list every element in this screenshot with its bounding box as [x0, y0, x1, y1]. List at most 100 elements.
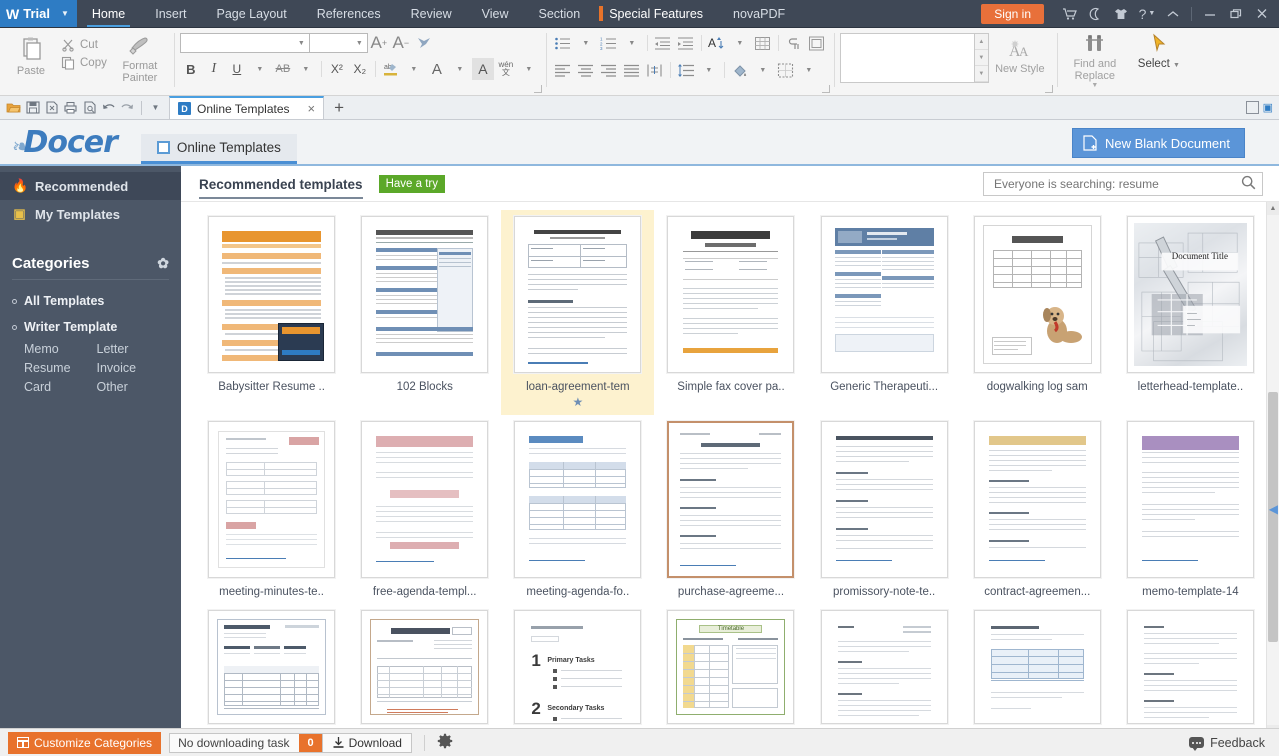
close-icon[interactable]: [1249, 0, 1275, 28]
redo-icon[interactable]: [118, 98, 137, 118]
save-icon[interactable]: [23, 98, 42, 118]
paragraph-layout-icon[interactable]: [806, 32, 828, 54]
expand-icon[interactable]: ▣: [1263, 101, 1273, 114]
sidebar-subitem-other[interactable]: Other: [97, 380, 170, 394]
style-expand-icon[interactable]: ▼: [974, 66, 988, 82]
template-card[interactable]: Babysitter Resume ..: [195, 210, 348, 415]
justify-icon[interactable]: [621, 59, 643, 81]
template-card[interactable]: [195, 604, 348, 730]
paste-button[interactable]: Paste: [5, 31, 57, 77]
style-gallery[interactable]: [839, 33, 975, 83]
new-blank-document-button[interactable]: New Blank Document: [1072, 128, 1245, 158]
moon-icon[interactable]: [1082, 0, 1108, 28]
numbered-list-icon[interactable]: 123: [598, 32, 620, 54]
tab-page-layout[interactable]: Page Layout: [202, 0, 302, 27]
italic-button[interactable]: I: [203, 58, 225, 80]
feedback-button[interactable]: Feedback: [1189, 736, 1271, 751]
bullet-list-icon[interactable]: [552, 32, 574, 54]
tab-insert[interactable]: Insert: [140, 0, 201, 27]
template-card[interactable]: Document Title letterhead-template..: [1114, 210, 1267, 415]
restore-icon[interactable]: [1223, 0, 1249, 28]
search-box[interactable]: [983, 171, 1263, 196]
sidebar-item-recommended[interactable]: 🔥 Recommended: [0, 172, 181, 200]
distribute-icon[interactable]: [644, 59, 666, 81]
copy-button[interactable]: Copy: [57, 55, 111, 71]
tab-novapdf[interactable]: novaPDF: [718, 0, 800, 27]
template-card[interactable]: purchase-agreeme...: [654, 415, 807, 604]
help-icon[interactable]: ? ▼: [1134, 0, 1160, 28]
tab-review[interactable]: Review: [396, 0, 467, 27]
align-left-icon[interactable]: [552, 59, 574, 81]
close-icon[interactable]: ×: [308, 101, 316, 116]
settings-gear-icon[interactable]: [437, 733, 453, 753]
strikethrough-button[interactable]: AB: [272, 58, 294, 80]
styles-dialog-launcher[interactable]: [1044, 85, 1053, 93]
grow-font-button[interactable]: A +: [368, 32, 390, 54]
new-style-button[interactable]: AA New Style: [989, 33, 1051, 75]
tab-online-templates[interactable]: Online Templates: [140, 134, 297, 164]
minimize-icon[interactable]: [1197, 0, 1223, 28]
app-menu-button[interactable]: W Trial ▼: [0, 0, 77, 27]
chevron-down-icon[interactable]: ▼: [403, 58, 425, 80]
search-icon[interactable]: [1241, 175, 1256, 193]
sidebar-subitem-card[interactable]: Card: [24, 380, 97, 394]
scrollbar-thumb[interactable]: [1268, 392, 1278, 642]
collapse-ribbon-icon[interactable]: [1160, 0, 1186, 28]
gear-icon[interactable]: ✿: [157, 255, 169, 272]
tab-special-features[interactable]: Special Features: [595, 0, 718, 27]
content-scrollbar[interactable]: ▲ ▼: [1266, 202, 1279, 738]
template-card[interactable]: [1114, 604, 1267, 730]
sidebar-subitem-letter[interactable]: Letter: [97, 342, 170, 356]
search-input[interactable]: [994, 176, 1241, 191]
chevron-down-icon[interactable]: ▼: [449, 58, 471, 80]
customize-categories-button[interactable]: Customize Categories: [8, 731, 162, 754]
open-icon[interactable]: [4, 98, 23, 118]
template-card[interactable]: dogwalking log sam: [961, 210, 1114, 415]
document-tab-online-templates[interactable]: D Online Templates ×: [169, 96, 325, 119]
subscript-button[interactable]: X₂: [349, 58, 371, 80]
undo-icon[interactable]: [99, 98, 118, 118]
export-pdf-icon[interactable]: [42, 98, 61, 118]
underline-button[interactable]: U: [226, 58, 248, 80]
sidebar-subitem-resume[interactable]: Resume: [24, 361, 97, 375]
format-painter-button[interactable]: Format Painter: [111, 31, 169, 84]
line-spacing-icon[interactable]: [675, 59, 697, 81]
select-button[interactable]: Select ▼: [1133, 33, 1185, 70]
paragraph-dialog-launcher[interactable]: [821, 85, 830, 93]
scroll-next-page-icon[interactable]: ◀: [1269, 502, 1278, 516]
cut-button[interactable]: Cut: [57, 37, 111, 53]
scroll-up-icon[interactable]: ▲: [1267, 202, 1279, 215]
phonetic-guide-button[interactable]: wén 文: [495, 58, 517, 80]
decrease-indent-icon[interactable]: [652, 32, 674, 54]
bold-button[interactable]: B: [180, 58, 202, 80]
borders-icon[interactable]: [775, 59, 797, 81]
sidebar-item-my-templates[interactable]: ▣ My Templates: [0, 200, 181, 228]
find-and-replace-button[interactable]: Find and Replace ▼: [1065, 33, 1125, 89]
font-dialog-launcher[interactable]: [533, 85, 542, 93]
sidebar-item-all-templates[interactable]: All Templates: [0, 288, 181, 314]
template-card[interactable]: free-agenda-templ...: [348, 415, 501, 604]
text-shading-button[interactable]: A: [471, 58, 494, 80]
show-paragraph-marks-icon[interactable]: [783, 32, 805, 54]
template-card[interactable]: meeting-agenda-fo..: [501, 415, 654, 604]
template-card[interactable]: Generic Therapeuti...: [808, 210, 961, 415]
style-scroll-up-icon[interactable]: ▲: [974, 34, 988, 50]
align-center-icon[interactable]: [575, 59, 597, 81]
chevron-down-icon[interactable]: ▼: [752, 59, 774, 81]
new-tab-button[interactable]: +: [324, 99, 354, 116]
template-card-selected[interactable]: loan-agreement-tem ★: [501, 210, 655, 415]
sidebar-subitem-invoice[interactable]: Invoice: [97, 361, 170, 375]
template-card[interactable]: Timetable: [654, 604, 807, 730]
style-scroll-down-icon[interactable]: ▼: [974, 50, 988, 66]
chevron-down-icon[interactable]: ▼: [295, 58, 317, 80]
print-icon[interactable]: [61, 98, 80, 118]
template-card[interactable]: Simple fax cover pa..: [654, 210, 807, 415]
tab-references[interactable]: References: [302, 0, 396, 27]
sign-in-button[interactable]: Sign in: [981, 3, 1044, 24]
increase-indent-icon[interactable]: [675, 32, 697, 54]
shrink-font-button[interactable]: A −: [390, 32, 412, 54]
have-a-try-badge[interactable]: Have a try: [378, 174, 445, 193]
split-view-icon[interactable]: [1245, 101, 1259, 114]
sidebar-subitem-memo[interactable]: Memo: [24, 342, 97, 356]
font-color-button[interactable]: A: [426, 58, 448, 80]
